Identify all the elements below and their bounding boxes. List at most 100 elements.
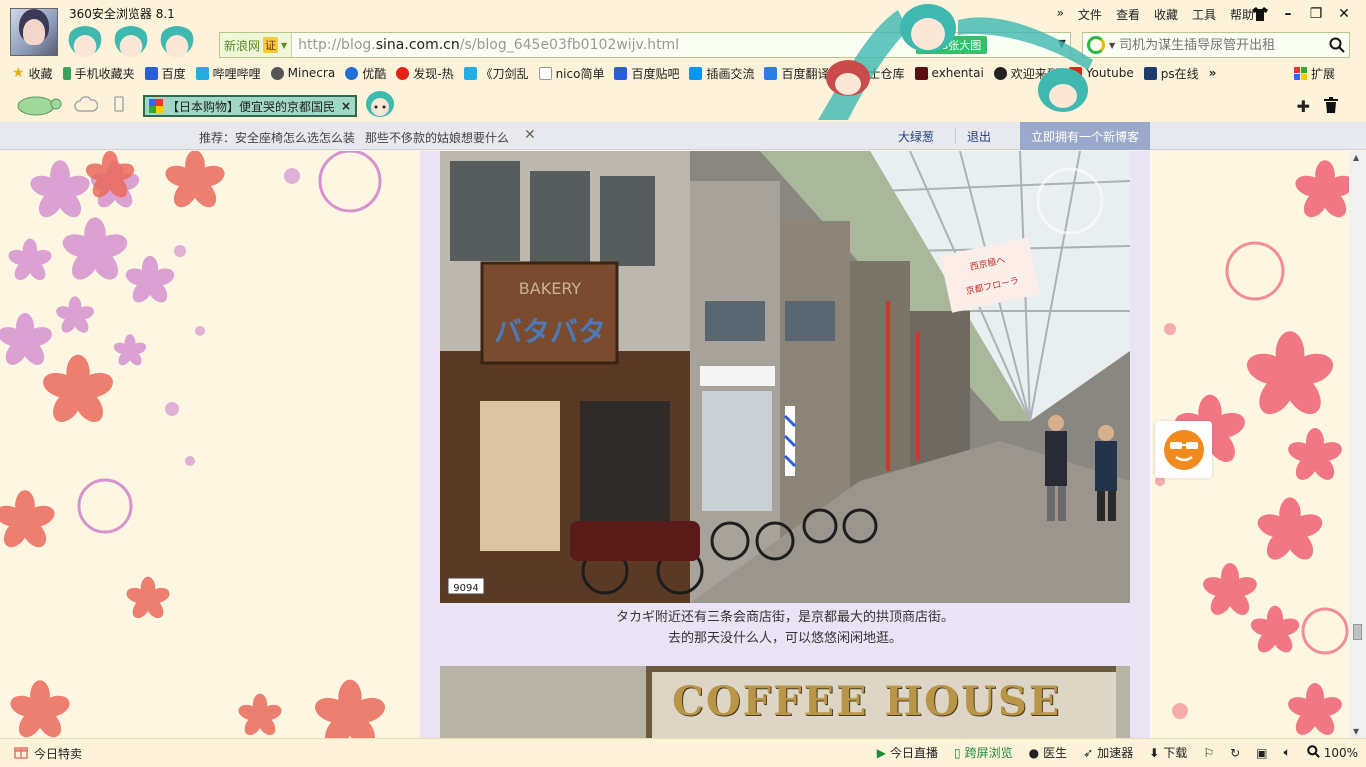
- plus-icon[interactable]: ✚: [1297, 97, 1310, 117]
- live-button[interactable]: ▶ 今日直播: [877, 744, 938, 761]
- bookmark-item[interactable]: 优酷: [345, 65, 386, 82]
- restore-icon[interactable]: ❐: [1302, 2, 1330, 26]
- miku-icon[interactable]: [158, 26, 196, 60]
- bookmark-favorites[interactable]: ★ 收藏: [12, 65, 53, 82]
- cloud-icon[interactable]: [74, 96, 99, 115]
- pixiv-icon: [689, 66, 703, 80]
- new-blog-button[interactable]: 立即拥有一个新博客: [1020, 122, 1150, 150]
- zoom-control[interactable]: 100%: [1306, 744, 1358, 761]
- phone-icon: [62, 66, 71, 80]
- bookmark-item[interactable]: 百度翻译: [764, 65, 830, 82]
- baidu-paw-icon: [144, 66, 158, 80]
- youku-icon: [345, 66, 359, 80]
- bilibili-icon: [195, 66, 209, 80]
- close-icon[interactable]: ✕: [1330, 2, 1358, 26]
- photo-caption: タカギ附近还有三条会商店街，是京都最大的拱顶商店街。: [615, 610, 954, 625]
- menu-more[interactable]: »: [1057, 6, 1064, 23]
- site-name: 新浪网: [224, 38, 261, 53]
- images-button[interactable]: ⤢ 78张大图: [916, 36, 988, 54]
- exhentai-icon: [914, 66, 928, 80]
- bookmark-item[interactable]: Youtube: [1068, 66, 1134, 80]
- address-bar[interactable]: 新浪网 证 ▼ http://blog.sina.com.cn/s/blog_6…: [219, 32, 1071, 58]
- blog-username[interactable]: 大绿葱: [898, 128, 934, 145]
- scrollbar-thumb[interactable]: [1353, 624, 1362, 640]
- site-favicon: [149, 99, 163, 113]
- close-icon[interactable]: ✕: [524, 127, 536, 143]
- bookmark-item[interactable]: 手机收藏夹: [62, 65, 135, 82]
- vertical-scrollbar[interactable]: ▲ ▼: [1349, 151, 1366, 738]
- search-input[interactable]: [1119, 37, 1325, 53]
- search-engine-icon[interactable]: [1083, 36, 1109, 54]
- bookmark-item[interactable]: 《刀剑乱: [463, 65, 529, 82]
- daily-sale[interactable]: 今日特卖: [13, 745, 82, 762]
- bookmark-item[interactable]: 百度: [144, 65, 186, 82]
- main-menu: » 文件 查看 收藏 工具 帮助: [1057, 6, 1254, 23]
- doctor-button[interactable]: ● 医生: [1029, 744, 1068, 761]
- skin-shirt-icon[interactable]: [1246, 2, 1274, 26]
- play-circle-icon: ▶: [876, 745, 887, 760]
- logout-link[interactable]: 退出: [967, 128, 991, 145]
- coffee-sign: COFFEE HOUSE: [646, 666, 1116, 738]
- bookmark-item[interactable]: 哔哩哔哩: [195, 65, 261, 82]
- skin-characters: [66, 26, 196, 60]
- recommend-link[interactable]: 那些不侈款的姑娘想要什么: [365, 129, 509, 146]
- speaker-icon[interactable]: 🔈︎: [1283, 745, 1290, 760]
- trash-icon[interactable]: [1324, 97, 1338, 117]
- baidu-paw-icon: [614, 66, 628, 80]
- bookmark-item[interactable]: 发现-热: [396, 65, 454, 82]
- page-icon: [538, 66, 552, 80]
- menu-tools[interactable]: 工具: [1192, 6, 1216, 23]
- miku-new-tab-icon[interactable]: [364, 90, 396, 123]
- scroll-down-icon[interactable]: ▼: [1353, 727, 1359, 736]
- emoji-widget[interactable]: [1155, 421, 1212, 478]
- flag-icon[interactable]: ⚐: [1203, 746, 1214, 760]
- tab-active[interactable]: 【日本购物】便宜哭的京都国民 ×: [143, 95, 357, 117]
- bookmark-item[interactable]: 百度贴吧: [614, 65, 679, 82]
- bookmarks-more[interactable]: »: [1209, 66, 1217, 80]
- cloud-icon: [839, 66, 853, 80]
- coffee-house-photo[interactable]: COFFEE HOUSE: [440, 666, 1130, 738]
- chevron-down-icon: ▼: [281, 40, 288, 50]
- site-identity[interactable]: 新浪网 证 ▼: [220, 33, 293, 57]
- bookmark-item[interactable]: ps在线: [1143, 65, 1199, 82]
- minecraft-icon: [270, 66, 284, 80]
- download-button[interactable]: ⬇ 下载: [1149, 744, 1187, 761]
- menu-favorites[interactable]: 收藏: [1154, 6, 1178, 23]
- cross-screen-button[interactable]: ▯ 跨屏浏览: [954, 744, 1013, 761]
- user-avatar[interactable]: [10, 8, 58, 56]
- bakery-sign-kana: バタバタ: [494, 315, 606, 348]
- minimize-icon[interactable]: –: [1274, 2, 1302, 26]
- turtle-icon[interactable]: [12, 92, 62, 119]
- menu-file[interactable]: 文件: [1078, 6, 1102, 23]
- bookmark-item[interactable]: Minecra: [270, 66, 335, 80]
- chevron-down-icon[interactable]: ▼: [1058, 37, 1066, 50]
- app-title: 360安全浏览器 8.1: [69, 7, 175, 21]
- article-column: BAKERY バタバタ 西京極へ 京都フローラ 9094 タカギ附近还有三条会商…: [420, 151, 1150, 738]
- bookmarks-bar: ★ 收藏 手机收藏夹 百度 哔哩哔哩 Minecra 优酷 发现-热 《刀剑乱 n…: [0, 62, 1366, 84]
- bookmark-item[interactable]: nico简单: [538, 65, 604, 82]
- title-bar: 360安全浏览器 8.1 » 文件 查看 收藏 工具 帮助 – ❐ ✕: [0, 0, 1366, 60]
- bookmark-item[interactable]: 欢迎来到: [993, 65, 1059, 82]
- refresh-icon[interactable]: ↻: [1230, 746, 1240, 760]
- divider: [955, 128, 956, 144]
- tab-actions: ✚: [1297, 97, 1338, 117]
- bookmark-item[interactable]: exhentai: [914, 66, 984, 80]
- tab-close-icon[interactable]: ×: [341, 99, 351, 113]
- bookmark-item[interactable]: 绅士仓库: [839, 65, 905, 82]
- recommend-link[interactable]: 安全座椅怎么选怎么装: [235, 131, 355, 145]
- page-content[interactable]: BAKERY バタバタ 西京極へ 京都フローラ 9094 タカギ附近还有三条会商…: [0, 151, 1349, 738]
- miku-icon[interactable]: [66, 26, 104, 60]
- chevron-down-icon[interactable]: ▼: [1109, 41, 1115, 50]
- bookmark-item[interactable]: 插画交流: [689, 65, 754, 82]
- scroll-up-icon[interactable]: ▲: [1353, 153, 1359, 162]
- mobile-icon[interactable]: [114, 96, 124, 115]
- phone-icon: ▯: [954, 745, 961, 760]
- window-icon[interactable]: ▣: [1256, 746, 1267, 760]
- accelerator-button[interactable]: ➶ 加速器: [1083, 744, 1133, 761]
- miku-icon[interactable]: [112, 26, 150, 60]
- menu-view[interactable]: 查看: [1116, 6, 1140, 23]
- extensions-button[interactable]: 扩展: [1294, 65, 1335, 82]
- license-plate: 9094: [453, 583, 478, 594]
- arcade-photo[interactable]: BAKERY バタバタ 西京極へ 京都フローラ 9094: [440, 151, 1130, 603]
- search-icon[interactable]: [1325, 37, 1349, 53]
